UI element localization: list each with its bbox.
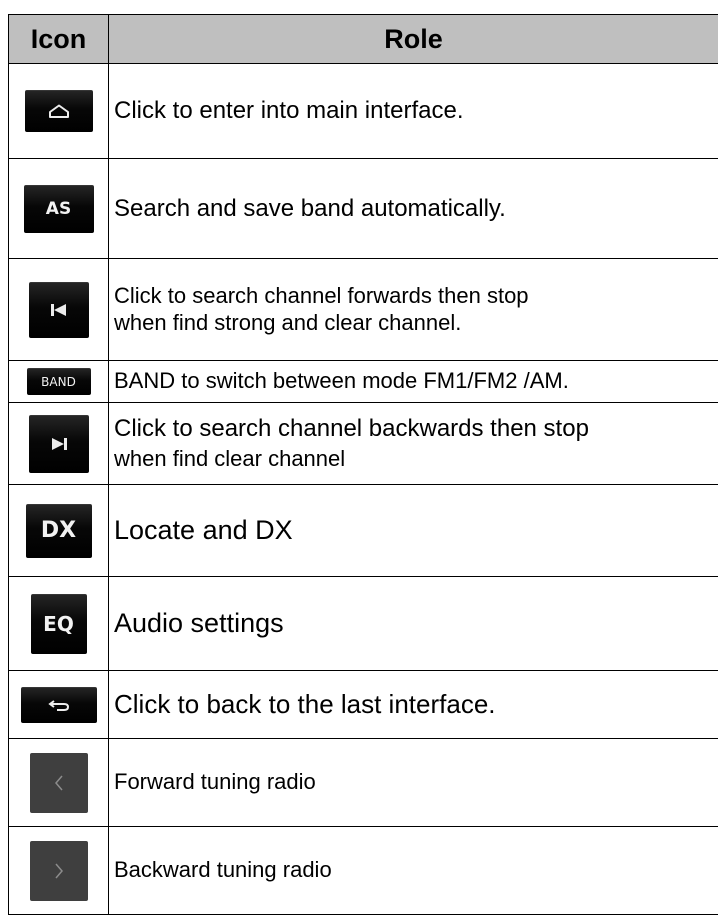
table-row: Click to back to the last interface. [9,671,718,739]
table-row: Click to search channel backwards then s… [9,403,718,485]
role-text: Locate and DX [114,515,293,545]
chevron-right-icon [30,841,88,901]
eq-icon: EQ [31,594,87,654]
table-row: EQ Audio settings [9,577,718,671]
table-row: AS Search and save band automatically. [9,159,718,259]
table-row: Click to search channel forwards then st… [9,259,718,361]
role-text: Click to search channel forwards then st… [114,283,529,308]
table-row: DX Locate and DX [9,485,718,577]
table-row: Forward tuning radio [9,739,718,827]
back-icon [21,687,97,723]
role-text: Click to back to the last interface. [114,689,496,719]
role-text: when find strong and clear channel. [114,310,461,335]
header-role: Role [109,15,718,64]
role-text: Click to enter into main interface. [114,97,464,124]
table-row: Click to enter into main interface. [9,64,718,159]
role-text: Forward tuning radio [114,769,316,794]
role-text: when find clear channel [114,446,345,471]
role-text: Click to search channel backwards then s… [114,415,589,442]
role-text: BAND to switch between mode FM1/FM2 /AM. [114,368,569,393]
chevron-left-icon [30,753,88,813]
role-text: Backward tuning radio [114,857,332,882]
dx-icon: DX [26,504,92,558]
icon-role-table: Icon Role Click to enter into main inter… [8,14,718,915]
home-icon [25,90,93,132]
as-icon: AS [24,185,94,233]
table-row: BAND BAND to switch between mode FM1/FM2… [9,361,718,403]
band-icon: BAND [27,368,91,395]
header-icon: Icon [9,15,109,64]
role-text: Search and save band automatically. [114,195,506,222]
role-text: Audio settings [114,608,284,638]
seek-forward-icon [29,415,89,473]
table-header-row: Icon Role [9,15,718,64]
table-row: Backward tuning radio [9,827,718,915]
seek-back-icon [29,282,89,338]
